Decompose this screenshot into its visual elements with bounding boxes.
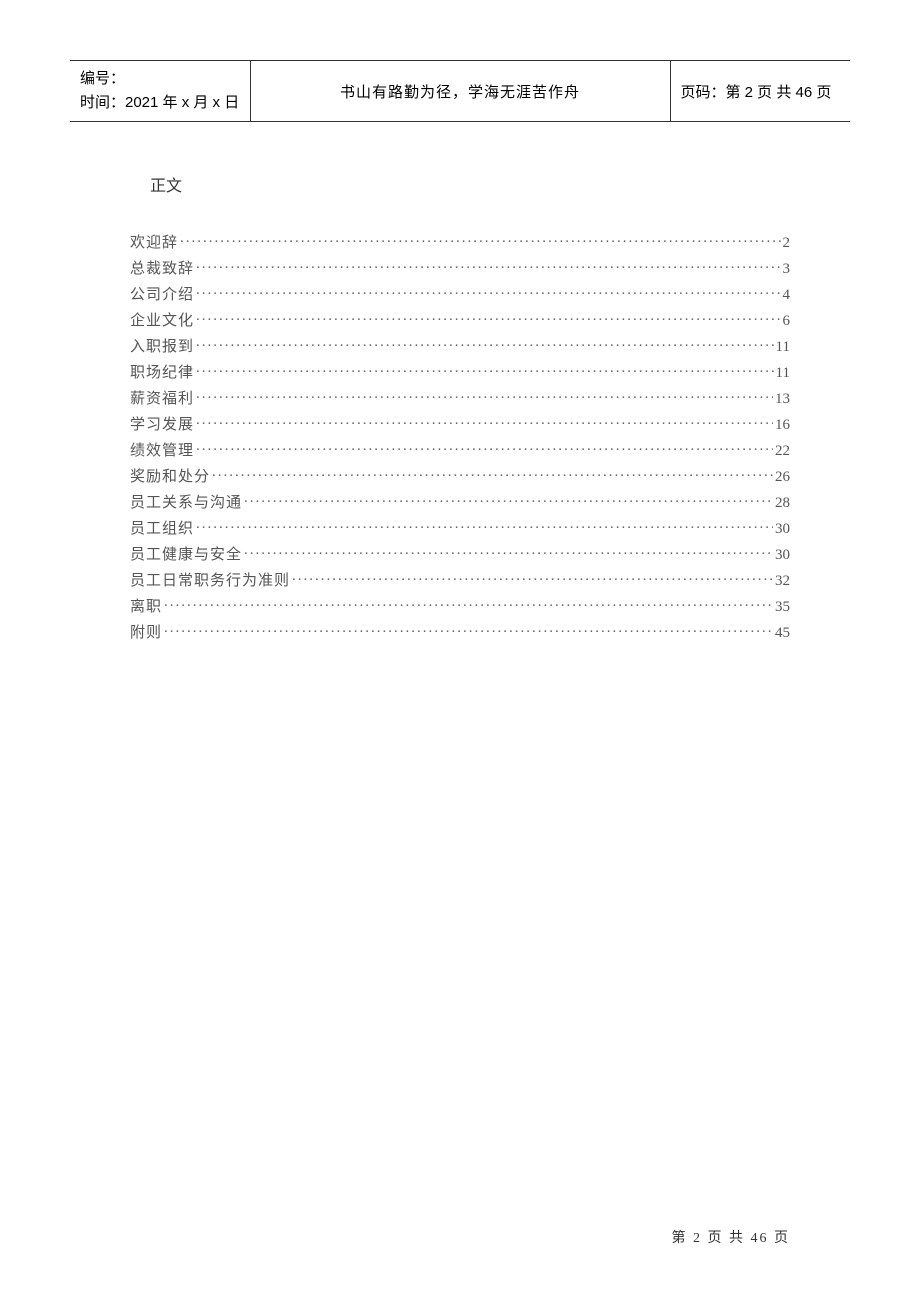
toc-item-page: 28 bbox=[775, 495, 790, 512]
toc-item-page: 6 bbox=[783, 313, 791, 330]
page-footer: 第 2 页 共 46 页 bbox=[672, 1227, 791, 1247]
toc-leader-dots bbox=[164, 596, 773, 611]
toc-item-label: 离职 bbox=[130, 595, 162, 616]
toc-item-page: 13 bbox=[775, 391, 790, 408]
header-quote: 书山有路勤为径，学海无涯苦作舟 bbox=[340, 84, 580, 101]
toc-item[interactable]: 总裁致辞 3 bbox=[130, 257, 790, 278]
toc-item-page: 16 bbox=[775, 417, 790, 434]
toc-item-page: 32 bbox=[775, 573, 790, 590]
toc-item-label: 公司介绍 bbox=[130, 283, 194, 304]
toc-item-page: 22 bbox=[775, 443, 790, 460]
toc-item-label: 企业文化 bbox=[130, 309, 194, 330]
toc-item[interactable]: 员工关系与沟通 28 bbox=[130, 491, 790, 512]
toc-item[interactable]: 员工组织 30 bbox=[130, 517, 790, 538]
toc-item[interactable]: 附则 45 bbox=[130, 621, 790, 642]
toc-leader-dots bbox=[244, 544, 773, 559]
toc-item[interactable]: 员工健康与安全 30 bbox=[130, 543, 790, 564]
toc-leader-dots bbox=[196, 440, 773, 455]
toc-item-page: 26 bbox=[775, 469, 790, 486]
toc-leader-dots bbox=[164, 622, 773, 637]
toc-leader-dots bbox=[244, 492, 773, 507]
toc-item-label: 奖励和处分 bbox=[130, 465, 210, 486]
toc-item-label: 学习发展 bbox=[130, 413, 194, 434]
toc-item[interactable]: 企业文化 6 bbox=[130, 309, 790, 330]
toc-item-label: 附则 bbox=[130, 621, 162, 642]
toc-item[interactable]: 员工日常职务行为准则 32 bbox=[130, 569, 790, 590]
section-title: 正文 bbox=[150, 172, 790, 196]
toc-item[interactable]: 离职 35 bbox=[130, 595, 790, 616]
toc-leader-dots bbox=[212, 466, 773, 481]
doc-number-label: 编号： bbox=[80, 67, 240, 91]
toc-leader-dots bbox=[196, 388, 773, 403]
toc-item[interactable]: 入职报到 11 bbox=[130, 335, 790, 356]
toc-item-label: 职场纪律 bbox=[130, 361, 194, 382]
toc-item-label: 入职报到 bbox=[130, 335, 194, 356]
toc-leader-dots bbox=[180, 232, 780, 247]
header-page-info: 页码：第 2 页 共 46 页 bbox=[681, 84, 832, 101]
toc-item-label: 总裁致辞 bbox=[130, 257, 194, 278]
toc-item-page: 11 bbox=[776, 365, 790, 382]
header-center-cell: 书山有路勤为径，学海无涯苦作舟 bbox=[250, 61, 670, 122]
toc-leader-dots bbox=[196, 518, 773, 533]
toc-item-page: 45 bbox=[775, 625, 790, 642]
toc-leader-dots bbox=[292, 570, 773, 585]
toc-item-page: 30 bbox=[775, 547, 790, 564]
toc-item[interactable]: 欢迎辞 2 bbox=[130, 231, 790, 252]
toc-item-label: 员工健康与安全 bbox=[130, 543, 242, 564]
toc-item-label: 员工关系与沟通 bbox=[130, 491, 242, 512]
body-content: 正文 欢迎辞 2 总裁致辞 3 公司介绍 4 企业文化 6 入职报到 11 职场纪律 11 薪资福利 13… bbox=[70, 172, 850, 642]
toc-leader-dots bbox=[196, 284, 780, 299]
document-page: 编号： 时间：2021 年 x 月 x 日 书山有路勤为径，学海无涯苦作舟 页码… bbox=[0, 0, 920, 1302]
toc-item[interactable]: 薪资福利 13 bbox=[130, 387, 790, 408]
toc-leader-dots bbox=[196, 310, 780, 325]
header-table: 编号： 时间：2021 年 x 月 x 日 书山有路勤为径，学海无涯苦作舟 页码… bbox=[70, 60, 850, 122]
toc-item-label: 欢迎辞 bbox=[130, 231, 178, 252]
toc-item[interactable]: 学习发展 16 bbox=[130, 413, 790, 434]
toc-item-page: 35 bbox=[775, 599, 790, 616]
header-right-cell: 页码：第 2 页 共 46 页 bbox=[670, 61, 850, 122]
toc-leader-dots bbox=[196, 414, 773, 429]
toc-item[interactable]: 奖励和处分 26 bbox=[130, 465, 790, 486]
toc-item-label: 员工组织 bbox=[130, 517, 194, 538]
toc-item-page: 3 bbox=[783, 261, 791, 278]
toc-item[interactable]: 绩效管理 22 bbox=[130, 439, 790, 460]
toc-item-page: 4 bbox=[783, 287, 791, 304]
toc-leader-dots bbox=[196, 362, 774, 377]
toc-item-page: 2 bbox=[783, 235, 791, 252]
toc-leader-dots bbox=[196, 258, 780, 273]
toc-leader-dots bbox=[196, 336, 774, 351]
toc-item-page: 30 bbox=[775, 521, 790, 538]
toc-item[interactable]: 公司介绍 4 bbox=[130, 283, 790, 304]
toc-item-page: 11 bbox=[776, 339, 790, 356]
toc-item-label: 薪资福利 bbox=[130, 387, 194, 408]
toc-item[interactable]: 职场纪律 11 bbox=[130, 361, 790, 382]
toc-item-label: 绩效管理 bbox=[130, 439, 194, 460]
toc-item-label: 员工日常职务行为准则 bbox=[130, 569, 290, 590]
header-left-cell: 编号： 时间：2021 年 x 月 x 日 bbox=[70, 61, 250, 122]
table-of-contents: 欢迎辞 2 总裁致辞 3 公司介绍 4 企业文化 6 入职报到 11 职场纪律 11 薪资福利 13 学习发… bbox=[130, 231, 790, 642]
doc-time-label: 时间：2021 年 x 月 x 日 bbox=[80, 91, 240, 115]
